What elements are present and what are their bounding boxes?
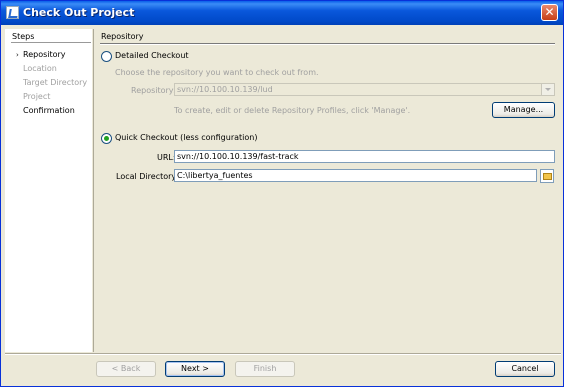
steps-panel: Steps › Repository Location Target Direc… [5,29,92,352]
local-directory-input[interactable]: C:\libertya_fuentes [174,169,537,182]
steps-divider [11,42,91,43]
title-bar[interactable]: Check Out Project ✕ [1,1,563,25]
step-repository: Repository [23,50,66,59]
manage-button[interactable]: Manage... [492,102,555,118]
step-target-directory: Target Directory [23,78,88,87]
checkout-dialog: Check Out Project ✕ Steps › Repository L… [0,0,564,387]
profiles-hint: To create, edit or delete Repository Pro… [174,106,411,115]
url-label: URL: [157,153,176,162]
local-directory-label: Local Directory: [116,172,179,181]
section-divider [100,43,555,45]
detailed-checkout-radio[interactable] [101,51,112,62]
finish-button[interactable]: Finish [235,361,295,377]
quick-checkout-label[interactable]: Quick Checkout (less configuration) [115,133,257,142]
browse-folder-icon[interactable] [540,169,554,183]
steps-title: Steps [12,32,35,41]
quick-checkout-radio[interactable] [101,133,112,144]
next-button[interactable]: Next > [165,361,225,377]
step-location: Location [23,64,57,73]
repository-combo[interactable]: svn://10.100.10.139/lud [174,83,555,96]
repository-combo-value: svn://10.100.10.139/lud [177,85,273,94]
step-confirmation: Confirmation [23,106,75,115]
step-project: Project [23,92,51,101]
back-button[interactable]: < Back [96,361,156,377]
chevron-down-icon[interactable] [541,84,554,95]
repository-label: Repository: [131,86,176,95]
cancel-button[interactable]: Cancel [495,361,555,377]
content-panel: Repository Detailed Checkout Choose the … [94,29,561,352]
footer-divider [5,353,561,355]
window-title: Check Out Project [23,6,135,19]
app-icon [6,6,19,19]
detailed-checkout-label[interactable]: Detailed Checkout [115,51,189,60]
choose-repository-hint: Choose the repository you want to check … [115,68,319,77]
url-input[interactable]: svn://10.100.10.139/fast-track [174,150,555,163]
current-step-marker-icon: › [16,51,19,59]
section-title: Repository [101,32,144,41]
close-button[interactable]: ✕ [541,4,558,21]
